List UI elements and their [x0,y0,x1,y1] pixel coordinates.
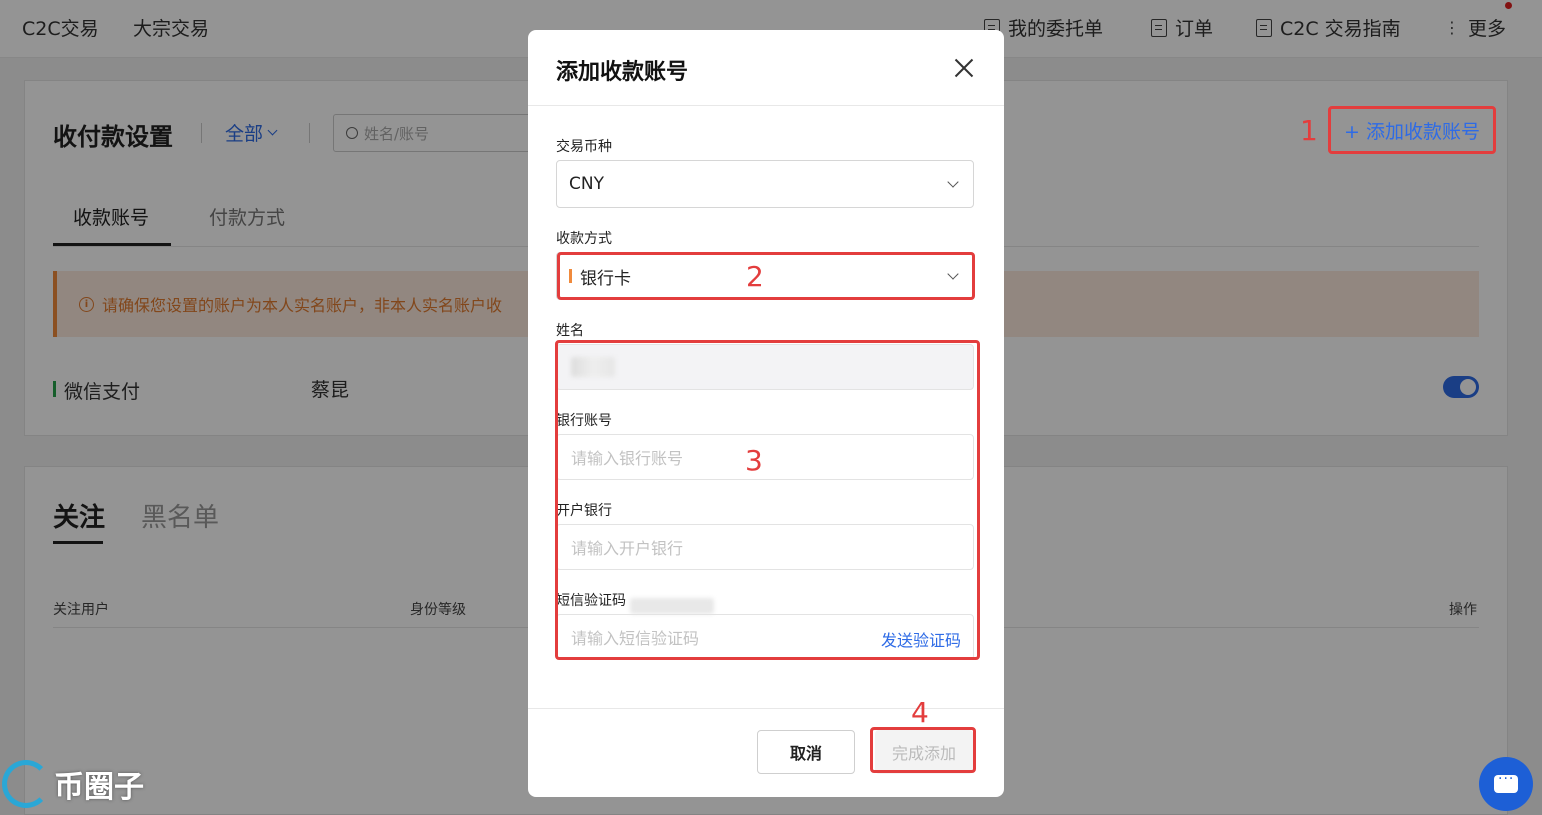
annotation-1: 1 [1300,114,1318,147]
confirm-add-button[interactable]: 完成添加 [875,730,973,774]
send-code-link[interactable]: 发送验证码 [881,627,961,651]
sms-label: 短信验证码 [556,593,626,609]
footer-divider [528,708,1004,709]
add-account-button[interactable]: + 添加收款账号 [1328,106,1496,154]
bank-account-input[interactable]: 请输入银行账号 [556,434,974,480]
dialog-title: 添加收款账号 [556,60,689,85]
bank-name-input[interactable]: 请输入开户银行 [556,524,974,570]
bank-account-label: 银行账号 [556,413,612,429]
chat-support-button[interactable] [1479,757,1533,811]
payment-method-select[interactable]: 银行卡 [556,252,974,300]
blurred-name [571,357,615,377]
annotation-4: 4 [911,696,929,729]
watermark: 币圈子 [2,760,144,808]
chevron-down-icon [947,268,959,280]
cancel-button[interactable]: 取消 [757,730,855,774]
name-label: 姓名 [556,323,584,339]
method-label: 收款方式 [556,231,612,247]
bank-name-label: 开户银行 [556,503,612,519]
chat-icon [1494,771,1518,793]
watermark-logo-icon [2,760,50,808]
chevron-down-icon [947,176,959,188]
close-icon[interactable] [952,56,976,80]
annotation-3: 3 [745,444,763,477]
method-indicator [569,269,572,283]
currency-label: 交易币种 [556,139,612,155]
add-account-dialog: 添加收款账号 交易币种 CNY 收款方式 银行卡 姓名 银行账号 请输入银行账号… [528,30,1004,797]
currency-select[interactable]: CNY [556,160,974,208]
name-field[interactable] [556,344,974,390]
annotation-2: 2 [746,260,764,293]
header-divider [528,105,1004,106]
blurred-phone [630,598,714,614]
sms-code-input[interactable]: 请输入短信验证码 发送验证码 [556,614,974,660]
